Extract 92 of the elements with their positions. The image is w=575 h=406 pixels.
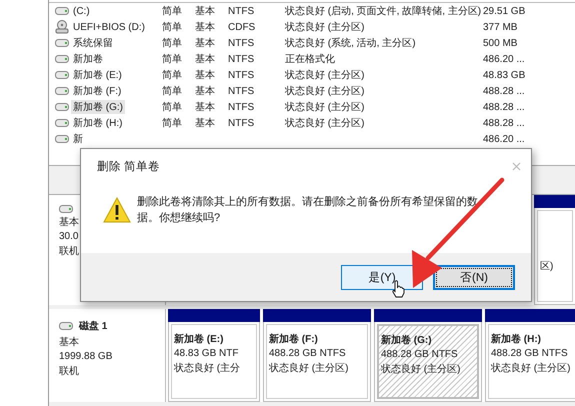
- layout-cell: 简单: [162, 38, 182, 49]
- partition-status: 状态良好 (主分区): [269, 362, 350, 375]
- capacity-cell: 488.28 ...: [483, 102, 525, 112]
- drive-icon: [55, 119, 69, 127]
- drive-icon: [55, 103, 69, 111]
- drive-icon: [55, 71, 69, 79]
- capacity-cell: 377 MB: [483, 22, 518, 32]
- disk-info: 联机: [59, 244, 79, 258]
- volume-name[interactable]: (C:): [71, 6, 92, 16]
- drive-icon: [55, 39, 69, 47]
- volume-name[interactable]: UEFI+BIOS (D:): [71, 22, 147, 32]
- disc-drive-icon: [55, 20, 69, 34]
- layout-cell: 简单: [162, 118, 182, 129]
- status-cell: 正在格式化: [285, 54, 335, 65]
- status-cell: 状态良好 (主分区): [285, 70, 364, 81]
- capacity-cell: 486.20 ...: [483, 54, 525, 64]
- filesystem-cell: NTFS: [228, 86, 254, 96]
- capacity-cell: 486.20 ...: [483, 134, 525, 144]
- partition-box[interactable]: 新加卷 (E:) 48.83 GB NTF 状态良好 (主分: [171, 324, 257, 399]
- partition-name: 新加卷 (H:): [491, 332, 542, 346]
- partition-name: 新加卷 (E:): [174, 332, 224, 346]
- close-icon[interactable]: [512, 162, 521, 170]
- layout-cell: 简单: [162, 102, 182, 113]
- disk-info: 基本: [59, 216, 79, 229]
- capacity-cell: 488.28 ...: [483, 118, 525, 128]
- type-cell: 基本: [195, 6, 215, 17]
- filesystem-cell: NTFS: [228, 6, 254, 16]
- drive-icon: [55, 7, 69, 15]
- layout-cell: 简单: [162, 6, 182, 17]
- type-cell: 基本: [195, 70, 215, 81]
- drive-icon: [59, 205, 73, 213]
- filesystem-cell: NTFS: [228, 38, 254, 48]
- type-cell: 基本: [195, 102, 215, 113]
- type-cell: 基本: [195, 118, 215, 129]
- drive-icon: [55, 87, 69, 95]
- status-cell: 状态良好 (启动, 页面文件, 故障转储, 主分区): [285, 6, 482, 17]
- status-cell: 状态良好 (主分区): [285, 102, 364, 113]
- partition-status: 区): [540, 260, 554, 273]
- partition-box[interactable]: 区): [537, 210, 573, 302]
- partition-size: 488.28 GB NTFS: [381, 349, 459, 360]
- volume-name[interactable]: 新加卷 (E:): [71, 68, 124, 82]
- partition-size: 488.28 GB NTFS: [269, 348, 347, 359]
- type-cell: 基本: [195, 86, 215, 97]
- partition-box[interactable]: 新加卷 (H:) 488.28 GB NTFS 状态良好 (主分区): [488, 324, 575, 399]
- capacity-cell: 500 MB: [483, 38, 518, 48]
- type-cell: 基本: [195, 38, 215, 49]
- capacity-cell: 29.51 GB: [483, 6, 526, 16]
- capacity-cell: 488.28 ...: [483, 86, 525, 96]
- status-cell: 状态良好 (主分区): [285, 86, 364, 97]
- filesystem-cell: NTFS: [228, 70, 254, 80]
- filesystem-cell: CDFS: [228, 22, 256, 32]
- type-cell: 基本: [195, 54, 215, 65]
- volume-name[interactable]: 系统保留: [71, 36, 115, 50]
- dialog-title: 删除 简单卷: [97, 160, 160, 174]
- partition-bar: [534, 195, 575, 208]
- filesystem-cell: NTFS: [228, 54, 254, 64]
- filesystem-cell: NTFS: [228, 118, 254, 128]
- volume-name[interactable]: 新: [71, 132, 85, 146]
- volume-name[interactable]: 新加卷: [71, 52, 105, 66]
- layout-cell: 简单: [162, 54, 182, 65]
- disk-info: 联机: [59, 364, 79, 378]
- partition-status: 状态良好 (主分: [174, 362, 242, 375]
- type-cell: 基本: [195, 22, 215, 33]
- volume-name[interactable]: 新加卷 (G:): [71, 100, 125, 114]
- capacity-cell: 48.83 GB: [483, 70, 526, 80]
- disk-info: 1999.88 GB: [59, 351, 112, 362]
- volume-name[interactable]: 新加卷 (H:): [71, 116, 124, 130]
- partition-status: 状态良好 (主分区): [491, 362, 572, 375]
- partition-status: 状态良好 (主分区): [381, 362, 462, 376]
- drive-icon: [55, 135, 69, 143]
- layout-cell: 简单: [162, 86, 182, 97]
- partition-box[interactable]: 新加卷 (F:) 488.28 GB NTFS 状态良好 (主分区): [266, 324, 368, 399]
- partition-name: 新加卷 (G:): [381, 333, 433, 347]
- drive-icon: [59, 322, 73, 330]
- filesystem-cell: NTFS: [228, 102, 254, 112]
- status-cell: 状态良好 (主分区): [285, 22, 364, 33]
- disk-name: 磁盘 1: [79, 320, 108, 333]
- disk-info: 30.0: [59, 231, 78, 242]
- drive-icon: [55, 55, 69, 63]
- warning-icon: [103, 197, 131, 223]
- disk-info: 基本: [59, 336, 79, 349]
- volume-name[interactable]: 新加卷 (F:): [71, 84, 124, 98]
- partition-name: 新加卷 (F:): [269, 332, 319, 346]
- status-cell: 状态良好 (系统, 活动, 主分区): [285, 38, 416, 49]
- layout-cell: 简单: [162, 70, 182, 81]
- status-cell: 状态良好 (主分区): [285, 118, 364, 129]
- layout-cell: 简单: [162, 22, 182, 33]
- dialog-button[interactable]: 否(N): [433, 264, 515, 290]
- partition-size: 48.83 GB NTF: [174, 348, 240, 359]
- dialog-message: 删除此卷将清除其上的所有数据。请在删除之前备份所有希望保留的数据。你想继续吗?: [137, 194, 479, 226]
- partition-box[interactable]: 新加卷 (G:) 488.28 GB NTFS 状态良好 (主分区): [377, 324, 479, 399]
- partition-size: 488.28 GB NTFS: [491, 348, 569, 359]
